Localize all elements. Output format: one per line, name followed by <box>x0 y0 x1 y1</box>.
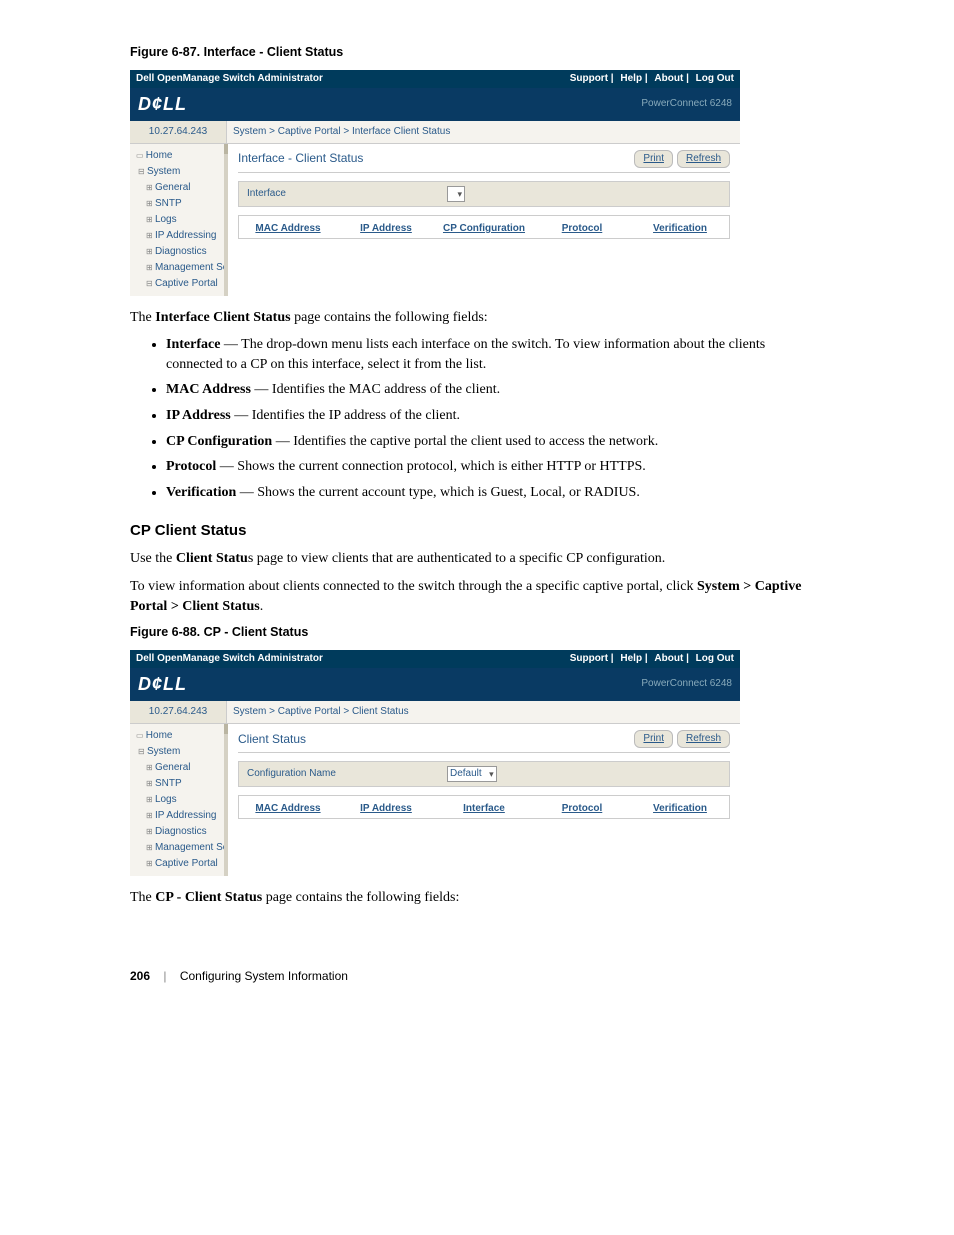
print-button[interactable]: Print <box>634 730 673 748</box>
figure-caption-1: Figure 6-87. Interface - Client Status <box>130 44 824 62</box>
tree-diagnostics[interactable]: Diagnostics <box>132 244 224 260</box>
tree-general[interactable]: General <box>132 760 224 776</box>
support-link[interactable]: Support <box>570 73 608 84</box>
interface-field-label: Interface <box>247 187 447 201</box>
about-link[interactable]: About <box>654 73 683 84</box>
model-label: PowerConnect 6248 <box>641 97 732 111</box>
tree-general[interactable]: General <box>132 180 224 196</box>
configuration-name-select[interactable]: Default <box>447 766 497 782</box>
dell-logo: D¢LL <box>138 92 187 117</box>
nav-sidebar: Home System General SNTP Logs IP Address… <box>130 144 228 296</box>
list-item: IP Address — Identifies the IP address o… <box>166 406 824 426</box>
ip-label: 10.27.64.243 <box>130 701 227 723</box>
interface-select[interactable] <box>447 186 465 202</box>
about-link[interactable]: About <box>654 653 683 664</box>
help-link[interactable]: Help <box>620 653 642 664</box>
ip-label: 10.27.64.243 <box>130 121 227 143</box>
paragraph-2: Use the Client Status page to view clien… <box>130 549 824 569</box>
list-item: Verification — Shows the current account… <box>166 483 824 503</box>
window-titlebar: Dell OpenManage Switch Administrator Sup… <box>130 70 740 88</box>
figure-caption-2: Figure 6-88. CP - Client Status <box>130 624 824 642</box>
tree-logs[interactable]: Logs <box>132 792 224 808</box>
app-title: Dell OpenManage Switch Administrator <box>136 652 323 666</box>
tree-ip-addressing[interactable]: IP Addressing <box>132 228 224 244</box>
brand-row: D¢LL PowerConnect 6248 <box>130 668 740 701</box>
header-links: Support | Help | About | Log Out <box>566 652 734 666</box>
field-list-1: Interface — The drop-down menu lists eac… <box>130 335 824 502</box>
page-footer: 206 | Configuring System Information <box>130 968 824 985</box>
tree-management-security[interactable]: Management Secur <box>132 260 224 276</box>
tree-captive-portal[interactable]: Captive Portal <box>132 856 224 872</box>
col-mac[interactable]: MAC Address <box>239 802 337 816</box>
table-header-row: MAC Address IP Address Interface Protoco… <box>239 796 729 818</box>
support-link[interactable]: Support <box>570 653 608 664</box>
scrollbar-handle[interactable] <box>224 144 228 154</box>
refresh-button[interactable]: Refresh <box>677 730 730 748</box>
refresh-button[interactable]: Refresh <box>677 150 730 168</box>
tree-system[interactable]: System <box>132 744 224 760</box>
screenshot-interface-client-status: Dell OpenManage Switch Administrator Sup… <box>130 70 740 296</box>
intro-paragraph-1: The Interface Client Status page contain… <box>130 308 824 328</box>
list-item: CP Configuration — Identifies the captiv… <box>166 432 824 452</box>
tree-ip-addressing[interactable]: IP Addressing <box>132 808 224 824</box>
col-ip[interactable]: IP Address <box>337 802 435 816</box>
app-title: Dell OpenManage Switch Administrator <box>136 72 323 86</box>
content-pane: Client Status Print Refresh Configuratio… <box>228 724 740 876</box>
col-interface[interactable]: Interface <box>435 802 533 816</box>
content-pane: Interface - Client Status Print Refresh … <box>228 144 740 296</box>
configuration-name-label: Configuration Name <box>247 767 447 781</box>
footer-section: Configuring System Information <box>180 969 348 983</box>
list-item: MAC Address — Identifies the MAC address… <box>166 380 824 400</box>
help-link[interactable]: Help <box>620 73 642 84</box>
breadcrumb: System > Captive Portal > Interface Clie… <box>227 121 456 143</box>
col-protocol[interactable]: Protocol <box>533 802 631 816</box>
breadcrumb: System > Captive Portal > Client Status <box>227 701 415 723</box>
screenshot-cp-client-status: Dell OpenManage Switch Administrator Sup… <box>130 650 740 876</box>
tree-management-security[interactable]: Management Secur <box>132 840 224 856</box>
tree-diagnostics[interactable]: Diagnostics <box>132 824 224 840</box>
logout-link[interactable]: Log Out <box>696 653 734 664</box>
tree-sntp[interactable]: SNTP <box>132 196 224 212</box>
intro-paragraph-4: The CP - Client Status page contains the… <box>130 888 824 908</box>
tree-home[interactable]: Home <box>132 728 224 744</box>
list-item: Interface — The drop-down menu lists eac… <box>166 335 824 374</box>
col-verification[interactable]: Verification <box>631 802 729 816</box>
section-heading: CP Client Status <box>130 520 824 541</box>
logout-link[interactable]: Log Out <box>696 73 734 84</box>
tree-logs[interactable]: Logs <box>132 212 224 228</box>
table-header-row: MAC Address IP Address CP Configuration … <box>239 216 729 238</box>
tree-home[interactable]: Home <box>132 148 224 164</box>
header-links: Support | Help | About | Log Out <box>566 72 734 86</box>
col-cpconfig[interactable]: CP Configuration <box>435 222 533 236</box>
page-number: 206 <box>130 969 150 983</box>
col-verification[interactable]: Verification <box>631 222 729 236</box>
col-mac[interactable]: MAC Address <box>239 222 337 236</box>
breadcrumb-row: 10.27.64.243 System > Captive Portal > C… <box>130 701 740 724</box>
col-protocol[interactable]: Protocol <box>533 222 631 236</box>
list-item: Protocol — Shows the current connection … <box>166 457 824 477</box>
scrollbar-handle[interactable] <box>224 724 228 734</box>
print-button[interactable]: Print <box>634 150 673 168</box>
breadcrumb-row: 10.27.64.243 System > Captive Portal > I… <box>130 121 740 144</box>
panel-title: Client Status <box>238 731 306 748</box>
paragraph-3: To view information about clients connec… <box>130 577 824 616</box>
window-titlebar: Dell OpenManage Switch Administrator Sup… <box>130 650 740 668</box>
nav-sidebar: Home System General SNTP Logs IP Address… <box>130 724 228 876</box>
panel-title: Interface - Client Status <box>238 150 363 167</box>
dell-logo: D¢LL <box>138 672 187 697</box>
brand-row: D¢LL PowerConnect 6248 <box>130 88 740 121</box>
model-label: PowerConnect 6248 <box>641 677 732 691</box>
tree-system[interactable]: System <box>132 164 224 180</box>
col-ip[interactable]: IP Address <box>337 222 435 236</box>
tree-captive-portal[interactable]: Captive Portal <box>132 276 224 292</box>
tree-sntp[interactable]: SNTP <box>132 776 224 792</box>
